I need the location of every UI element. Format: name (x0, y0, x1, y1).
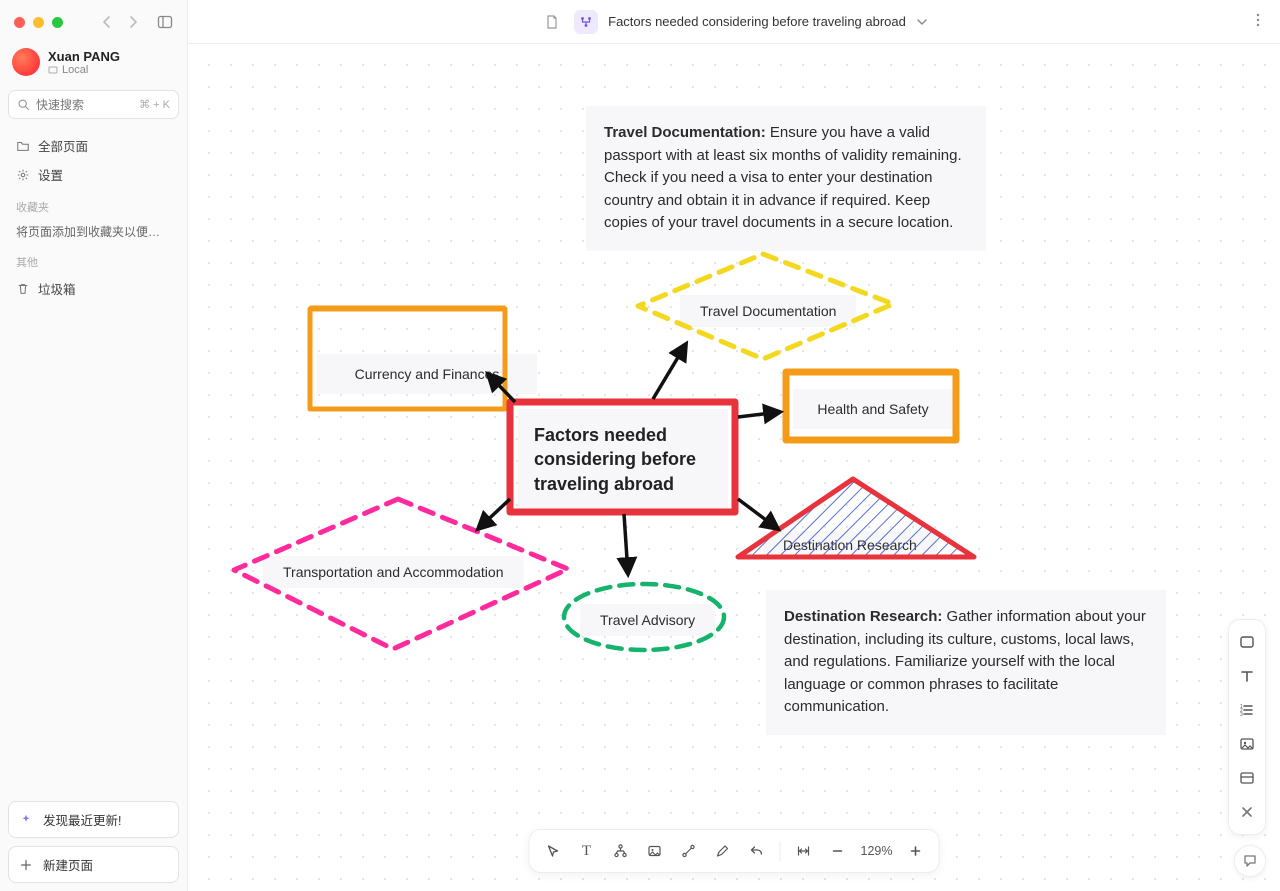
shapes-layer (188, 44, 1280, 884)
sidebar-item-settings[interactable]: 设置 (8, 160, 179, 189)
user-location: Local (48, 64, 120, 76)
zoom-out-button[interactable] (823, 836, 853, 866)
sidebar-item-label: 全部页面 (38, 136, 88, 155)
image-button[interactable] (640, 836, 670, 866)
nav-forward-button[interactable] (127, 16, 139, 28)
right-palette: 123 (1228, 619, 1266, 835)
plus-icon (19, 858, 33, 872)
discover-updates-button[interactable]: 发现最近更新! (8, 801, 179, 838)
user-name: Xuan PANG (48, 49, 120, 64)
layout-tool-button[interactable] (1235, 766, 1259, 790)
search-icon (17, 98, 30, 111)
nav-arrows (101, 16, 139, 28)
svg-text:3: 3 (1240, 712, 1243, 718)
pointer-tool-button[interactable] (538, 836, 568, 866)
user-row[interactable]: Xuan PANG Local (8, 44, 179, 86)
close-window-icon[interactable] (14, 17, 25, 28)
text-button[interactable]: T (572, 836, 602, 866)
image-tool-button[interactable] (1235, 732, 1259, 756)
chat-icon (1242, 853, 1258, 869)
discover-updates-label: 发现最近更新! (43, 810, 121, 829)
sidebar-item-trash[interactable]: 垃圾箱 (8, 274, 179, 303)
sidebar-item-all-pages[interactable]: 全部页面 (8, 131, 179, 160)
avatar (12, 48, 40, 76)
sidebar: Xuan PANG Local 快速搜索 ⌘ + K 全部页面 设置 收藏夹 将… (0, 0, 188, 891)
more-menu-button[interactable] (1250, 12, 1266, 28)
chat-bubble-button[interactable] (1234, 845, 1266, 877)
breadcrumb[interactable]: Factors needed considering before travel… (540, 10, 928, 34)
window-controls (8, 8, 179, 44)
connector-tool-button[interactable] (674, 836, 704, 866)
list-tool-button[interactable]: 123 (1235, 698, 1259, 722)
shape-rect-button[interactable] (1235, 630, 1259, 654)
pen-tool-button[interactable] (708, 836, 738, 866)
sidebar-section-other: 其他 (8, 244, 179, 274)
page-title: Factors needed considering before travel… (608, 14, 906, 29)
folder-icon (16, 139, 30, 153)
tree-tool-button[interactable] (606, 836, 636, 866)
minimize-window-icon[interactable] (33, 17, 44, 28)
search-placeholder: 快速搜索 (36, 96, 84, 113)
search-shortcut: ⌘ + K (139, 98, 170, 111)
trash-icon (16, 282, 30, 296)
sparkle-icon (19, 813, 33, 827)
fit-width-button[interactable] (789, 836, 819, 866)
text-tool-button[interactable] (1235, 664, 1259, 688)
sidebar-favorites-hint: 将页面添加到收藏夹以便轻松... (8, 219, 179, 244)
document-icon (540, 10, 564, 34)
sidebar-section-favorites: 收藏夹 (8, 189, 179, 219)
sidebar-item-label: 垃圾箱 (38, 279, 76, 298)
user-location-label: Local (62, 64, 88, 76)
new-page-label: 新建页面 (43, 855, 93, 874)
canvas[interactable]: Travel Documentation: Ensure you have a … (188, 44, 1280, 891)
search-input[interactable]: 快速搜索 ⌘ + K (8, 90, 179, 119)
maximize-window-icon[interactable] (52, 17, 63, 28)
gear-icon (16, 168, 30, 182)
mindmap-icon (574, 10, 598, 34)
undo-button[interactable] (742, 836, 772, 866)
zoom-in-button[interactable] (900, 836, 930, 866)
new-page-button[interactable]: 新建页面 (8, 846, 179, 883)
sidebar-item-label: 设置 (38, 165, 63, 184)
topbar: Factors needed considering before travel… (188, 0, 1280, 44)
sidebar-toggle-button[interactable] (157, 14, 173, 30)
bottom-toolbar: T 129% (529, 829, 940, 873)
close-palette-button[interactable] (1235, 800, 1259, 824)
chevron-down-icon[interactable] (916, 16, 928, 28)
zoom-label[interactable]: 129% (857, 844, 897, 858)
nav-back-button[interactable] (101, 16, 113, 28)
